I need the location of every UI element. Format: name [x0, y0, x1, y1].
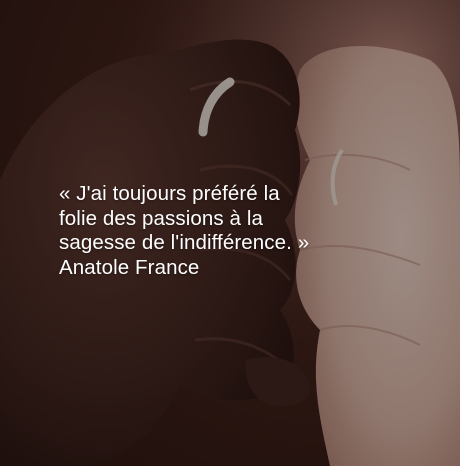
quote-text: « J'ai toujours préféré la folie des pas…: [59, 182, 439, 280]
quote-author: Anatole France: [59, 255, 200, 279]
quote-line-3: sagesse de l'indifférence. »: [59, 231, 310, 254]
quote-line-2: folie des passions à la: [59, 206, 264, 230]
quote-line-1: « J'ai toujours préféré la: [59, 182, 280, 205]
quote-image: « J'ai toujours préféré la folie des pas…: [0, 0, 460, 466]
